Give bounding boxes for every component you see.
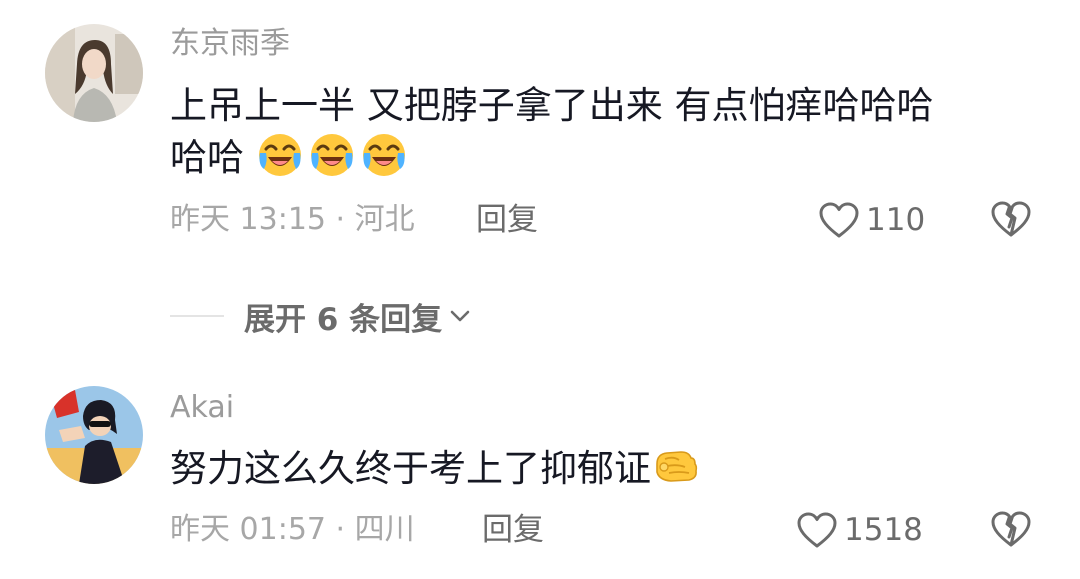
- fist-emoji-icon: [656, 451, 698, 482]
- comment-meta: 昨天 01:57 · 四川: [170, 512, 415, 547]
- chevron-down-icon: [450, 310, 470, 322]
- like-button[interactable]: 1518: [796, 508, 923, 552]
- comment-text-line: 上吊上一半 又把脖子拿了出来 有点怕痒哈哈哈: [170, 84, 934, 127]
- broken-heart-icon[interactable]: [990, 509, 1032, 549]
- avatar[interactable]: [45, 386, 143, 484]
- reply-button[interactable]: 回复: [476, 202, 538, 238]
- divider: [170, 315, 224, 317]
- avatar[interactable]: [45, 24, 143, 122]
- comment-text-line: 努力这么久终于考上了抑郁证: [170, 447, 651, 490]
- broken-heart-icon[interactable]: [990, 199, 1032, 239]
- expand-replies-button[interactable]: 展开 6 条回复: [170, 294, 472, 338]
- comment-text: 努力这么久终于考上了抑郁证: [170, 442, 1030, 494]
- comment-username[interactable]: 东京雨季: [170, 26, 290, 62]
- comment-text: 上吊上一半 又把脖子拿了出来 有点怕痒哈哈哈 哈哈: [170, 80, 1030, 183]
- reply-button[interactable]: 回复: [482, 512, 544, 548]
- like-button[interactable]: 110: [818, 198, 925, 242]
- comment-text-line: 哈哈: [170, 131, 1030, 183]
- like-count: 1518: [844, 512, 923, 548]
- like-count: 110: [866, 202, 926, 238]
- comment-meta: 昨天 13:15 · 河北: [170, 202, 415, 237]
- heart-outline-icon: [819, 202, 859, 238]
- comment-username[interactable]: Akai: [170, 390, 234, 426]
- expand-replies-label: 展开 6 条回复: [244, 301, 443, 338]
- laughing-crying-emoji-icon: [258, 134, 301, 176]
- laughing-crying-emoji-icon: [362, 134, 405, 176]
- heart-outline-icon: [797, 512, 837, 548]
- laughing-crying-emoji-icon: [310, 134, 353, 176]
- comment-text-continuation: 哈哈: [170, 136, 244, 179]
